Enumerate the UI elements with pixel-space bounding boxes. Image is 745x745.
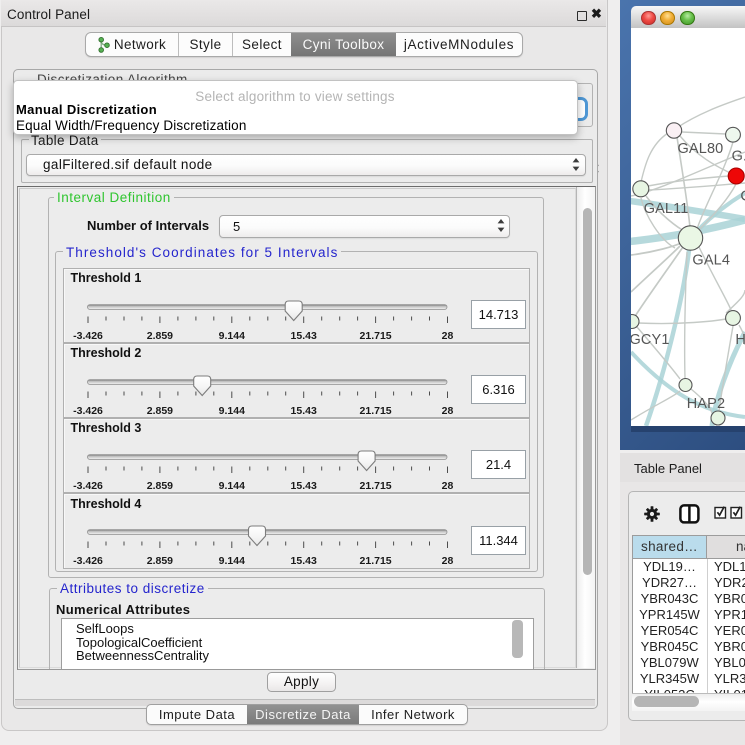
svg-text:28: 28 bbox=[442, 555, 454, 567]
svg-text:-3.426: -3.426 bbox=[73, 405, 103, 417]
svg-text:9.144: 9.144 bbox=[219, 555, 245, 567]
svg-text:9.144: 9.144 bbox=[219, 405, 245, 417]
svg-text:9.144: 9.144 bbox=[219, 330, 245, 342]
svg-text:28: 28 bbox=[442, 480, 454, 492]
svg-text:G.: G. bbox=[732, 148, 745, 164]
svg-text:-3.426: -3.426 bbox=[73, 330, 103, 342]
svg-text:21.715: 21.715 bbox=[360, 555, 392, 567]
svg-text:15.43: 15.43 bbox=[291, 480, 317, 492]
svg-text:15.43: 15.43 bbox=[291, 405, 317, 417]
svg-text:15.43: 15.43 bbox=[291, 555, 317, 567]
svg-text:28: 28 bbox=[442, 405, 454, 417]
svg-text:HAP2: HAP2 bbox=[687, 396, 725, 412]
svg-text:21.715: 21.715 bbox=[360, 405, 392, 417]
svg-text:21.715: 21.715 bbox=[360, 330, 392, 342]
svg-text:15.43: 15.43 bbox=[291, 330, 317, 342]
svg-text:H: H bbox=[735, 332, 745, 348]
svg-text:28: 28 bbox=[442, 330, 454, 342]
svg-text:GAL80: GAL80 bbox=[678, 141, 724, 157]
svg-text:GAL4: GAL4 bbox=[692, 253, 730, 269]
svg-text:2.859: 2.859 bbox=[147, 405, 173, 417]
svg-text:GAL11: GAL11 bbox=[644, 201, 689, 217]
svg-text:2.859: 2.859 bbox=[147, 330, 173, 342]
svg-text:-3.426: -3.426 bbox=[73, 480, 103, 492]
svg-text:21.715: 21.715 bbox=[360, 480, 392, 492]
svg-text:-3.426: -3.426 bbox=[73, 555, 103, 567]
svg-text:GCY1: GCY1 bbox=[631, 332, 670, 348]
svg-text:C: C bbox=[740, 189, 745, 205]
svg-text:2.859: 2.859 bbox=[147, 555, 173, 567]
svg-text:2.859: 2.859 bbox=[147, 480, 173, 492]
svg-text:9.144: 9.144 bbox=[219, 480, 245, 492]
